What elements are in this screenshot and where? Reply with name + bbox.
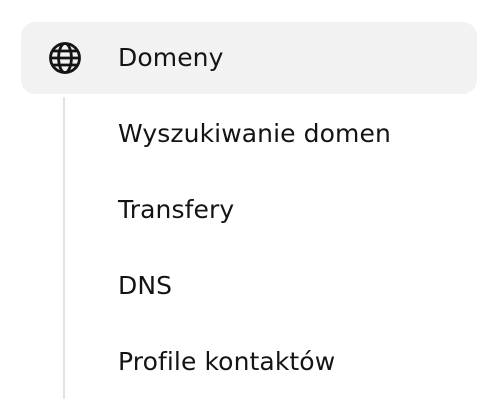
submenu-item-profile-kontaktow[interactable]: Profile kontaktów bbox=[118, 342, 335, 382]
globe-icon bbox=[49, 42, 81, 74]
submenu-tree-line bbox=[63, 97, 65, 399]
submenu-item-wyszukiwanie-domen[interactable]: Wyszukiwanie domen bbox=[118, 114, 391, 154]
submenu-item-transfery[interactable]: Transfery bbox=[118, 190, 234, 230]
nav-item-domeny[interactable]: Domeny bbox=[21, 22, 477, 94]
submenu-item-dns[interactable]: DNS bbox=[118, 266, 172, 306]
nav-item-domeny-label: Domeny bbox=[118, 43, 224, 72]
sidebar-nav: Domeny Wyszukiwanie domen Transfery DNS … bbox=[0, 0, 497, 416]
